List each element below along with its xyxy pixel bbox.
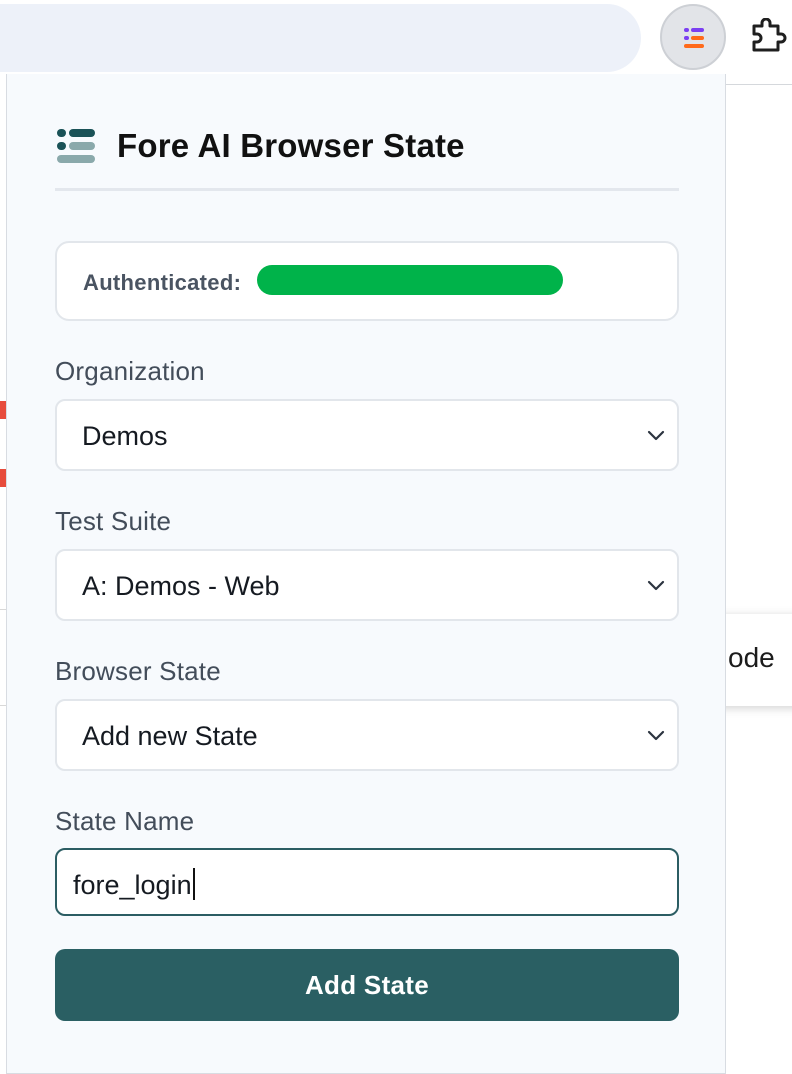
browser-state-select[interactable]: Add new State bbox=[55, 699, 679, 771]
organization-select[interactable]: Demos bbox=[55, 399, 679, 471]
chevron-down-icon bbox=[647, 430, 665, 441]
popup-title: Fore AI Browser State bbox=[117, 127, 465, 164]
test-suite-label: Test Suite bbox=[55, 506, 172, 536]
state-name-text: fore_login bbox=[73, 870, 192, 900]
organization-label: Organization bbox=[55, 356, 205, 386]
fore-extension-icon bbox=[684, 28, 704, 48]
popup-header: Fore AI Browser State bbox=[55, 118, 465, 174]
test-suite-select[interactable]: A: Demos - Web bbox=[55, 549, 679, 621]
fore-logo-icon bbox=[57, 129, 95, 163]
organization-select-value: Demos bbox=[82, 421, 168, 451]
redacted-user-email bbox=[257, 265, 563, 295]
fore-extension-button[interactable] bbox=[660, 4, 726, 70]
puzzle-icon[interactable] bbox=[748, 18, 788, 54]
header-divider bbox=[55, 188, 679, 191]
background-card-text: ode bbox=[728, 642, 775, 673]
add-state-button[interactable]: Add State bbox=[55, 949, 679, 1021]
state-name-input[interactable]: fore_login bbox=[55, 848, 679, 916]
chevron-down-icon bbox=[647, 580, 665, 591]
auth-status-label: Authenticated: bbox=[83, 270, 242, 295]
auth-status-card: Authenticated: bbox=[55, 241, 679, 321]
state-name-input-value: fore_login bbox=[73, 868, 195, 901]
address-bar[interactable] bbox=[0, 4, 641, 72]
text-caret bbox=[192, 868, 195, 900]
browser-state-label: Browser State bbox=[55, 656, 221, 686]
toolbar-divider bbox=[726, 84, 792, 85]
chevron-down-icon bbox=[647, 730, 665, 741]
extension-popup: Fore AI Browser State Authenticated: Org… bbox=[6, 74, 726, 1074]
test-suite-select-value: A: Demos - Web bbox=[82, 571, 280, 601]
browser-state-select-value: Add new State bbox=[82, 721, 258, 751]
state-name-label: State Name bbox=[55, 806, 195, 836]
